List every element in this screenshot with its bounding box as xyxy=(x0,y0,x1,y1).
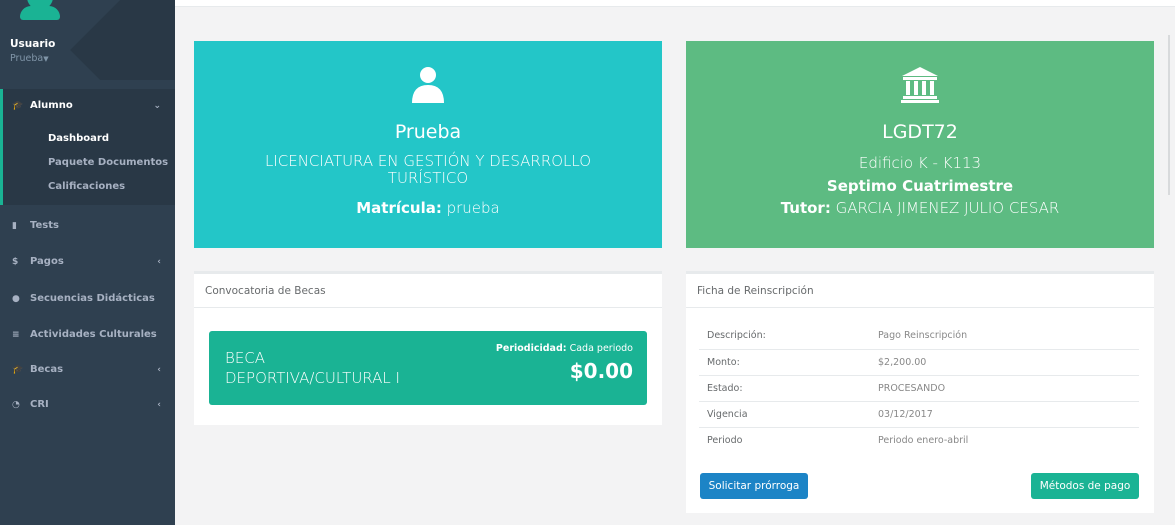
nav-item-label: Tests xyxy=(30,220,59,231)
nav-sub-calificaciones[interactable]: Calificaciones xyxy=(48,181,125,192)
term-value: Septimo Cuatrimestre xyxy=(826,177,1014,195)
nav-item-cri[interactable]: ◔ CRI ‹ xyxy=(0,391,175,419)
ficha-table: Descripción: Pago Reinscripción Monto: $2,… xyxy=(699,323,1139,453)
user-name: Usuario xyxy=(10,38,56,50)
sidebar-profile: Usuario Prueba▼ xyxy=(0,0,175,80)
row-label: Monto: xyxy=(699,349,874,376)
row-value: Periodo enero-abril xyxy=(878,434,969,446)
tutor-value: GARCIA JIMENEZ JULIO CESAR xyxy=(835,199,1060,217)
becas-panel: Convocatoria de Becas BECA DEPORTIVA/CUL… xyxy=(194,271,662,425)
beca-name-line2: DEPORTIVA/CULTURAL I xyxy=(225,369,400,387)
nav-item-label: Actividades Culturales xyxy=(30,329,157,340)
list-icon: ≡ xyxy=(12,330,20,340)
program-name: LICENCIATURA EN GESTIÓN Y DESARROLLO TUR… xyxy=(264,152,592,187)
matricula: Matrícula: prueba xyxy=(194,199,662,217)
row-label: Vigencia xyxy=(699,401,874,428)
nav-item-label: Alumno xyxy=(30,100,73,111)
group-card: LGDT72 Edificio K - K113 Septimo Cuatrim… xyxy=(686,41,1154,248)
row-label: Descripción: xyxy=(699,323,874,350)
tutor-label: Tutor: xyxy=(780,199,831,217)
beca-amount: $0.00 xyxy=(569,359,633,383)
nav-item-label: Secuencias Didácticas xyxy=(30,293,155,304)
nav-item-label: CRI xyxy=(30,399,49,410)
chevron-left-icon: ‹ xyxy=(157,257,161,267)
classroom: Edificio K - K113 xyxy=(858,154,982,172)
avatar-body xyxy=(20,6,60,20)
dollar-icon: $ xyxy=(12,257,19,267)
ficha-panel: Ficha de Reinscripción Descripción: Pago … xyxy=(686,271,1154,513)
nav-item-label: Becas xyxy=(30,364,64,375)
nav-sub-dashboard[interactable]: Dashboard xyxy=(48,133,109,144)
scrollbar[interactable] xyxy=(1168,35,1175,195)
group-code: LGDT72 xyxy=(882,121,958,143)
table-row: Vigencia 03/12/2017 xyxy=(699,401,1139,428)
nav-item-pagos[interactable]: $ Pagos ‹ xyxy=(0,248,175,276)
beca-name: BECA DEPORTIVA/CULTURAL I xyxy=(225,348,400,388)
book-icon: ▮ xyxy=(12,221,17,231)
student-card: Prueba LICENCIATURA EN GESTIÓN Y DESARRO… xyxy=(194,41,662,248)
table-row: Estado: PROCESANDO xyxy=(699,375,1139,402)
student-name: Prueba xyxy=(394,121,462,143)
row-value: 03/12/2017 xyxy=(874,401,1139,428)
periodicity-value: Cada periodo xyxy=(569,343,633,354)
row-label: Estado: xyxy=(699,375,874,402)
table-row: Descripción: Pago Reinscripción xyxy=(699,323,1139,350)
top-bar xyxy=(175,0,1175,7)
user-role-dropdown[interactable]: Prueba▼ xyxy=(10,53,49,64)
institution-icon xyxy=(686,65,1154,105)
nav-sub-paquete[interactable]: Paquete Documentos xyxy=(48,157,168,168)
chat-icon: ◔ xyxy=(12,400,20,410)
beca-widget: BECA DEPORTIVA/CULTURAL I Periodicidad: … xyxy=(209,331,647,405)
matricula-value: prueba xyxy=(446,199,500,217)
nav-item-alumno[interactable]: 🎓 Alumno ⌄ xyxy=(0,92,175,120)
nav-item-tests[interactable]: ▮ Tests xyxy=(0,212,175,240)
row-value: $2,200.00 xyxy=(874,349,1139,376)
nav-item-becas[interactable]: 🎓 Becas ‹ xyxy=(0,356,175,384)
row-value: Pago Reinscripción xyxy=(874,323,1139,350)
panel-title: Ficha de Reinscripción xyxy=(686,274,1154,308)
nav-item-label: Pagos xyxy=(30,256,64,267)
tutor: Tutor: GARCIA JIMENEZ JULIO CESAR xyxy=(686,199,1154,217)
graduation-cap-icon: 🎓 xyxy=(12,101,24,111)
table-row: Monto: $2,200.00 xyxy=(699,349,1139,376)
user-role-label: Prueba xyxy=(10,53,44,64)
nav-item-secuencias[interactable]: ● Secuencias Didácticas xyxy=(0,285,175,313)
nav-item-actividades[interactable]: ≡ Actividades Culturales xyxy=(0,321,175,349)
chevron-left-icon: ‹ xyxy=(157,365,161,375)
user-icon xyxy=(194,65,662,105)
graduation-cap-icon: 🎓 xyxy=(12,365,24,375)
caret-down-icon: ▼ xyxy=(43,55,49,63)
beca-periodicity: Periodicidad: Cada periodo xyxy=(496,343,633,354)
globe-icon: ● xyxy=(12,294,20,304)
periodicity-label: Periodicidad: xyxy=(495,343,567,354)
solicitar-prorroga-button[interactable]: Solicitar prórroga xyxy=(700,473,808,499)
row-label: Periodo xyxy=(707,434,743,446)
chevron-left-icon: ‹ xyxy=(157,400,161,410)
beca-name-line1: BECA xyxy=(225,349,266,367)
row-value: PROCESANDO xyxy=(874,375,1139,402)
metodos-pago-button[interactable]: Métodos de pago xyxy=(1031,473,1139,499)
sidebar: Usuario Prueba▼ 🎓 Alumno ⌄ Dashboard Paqu… xyxy=(0,0,175,525)
panel-title: Convocatoria de Becas xyxy=(194,274,662,308)
chevron-down-icon: ⌄ xyxy=(153,101,161,111)
term: Septimo Cuatrimestre xyxy=(686,177,1154,195)
table-row: Periodo Periodo enero-abril xyxy=(699,427,1139,453)
matricula-label: Matrícula: xyxy=(356,199,442,217)
